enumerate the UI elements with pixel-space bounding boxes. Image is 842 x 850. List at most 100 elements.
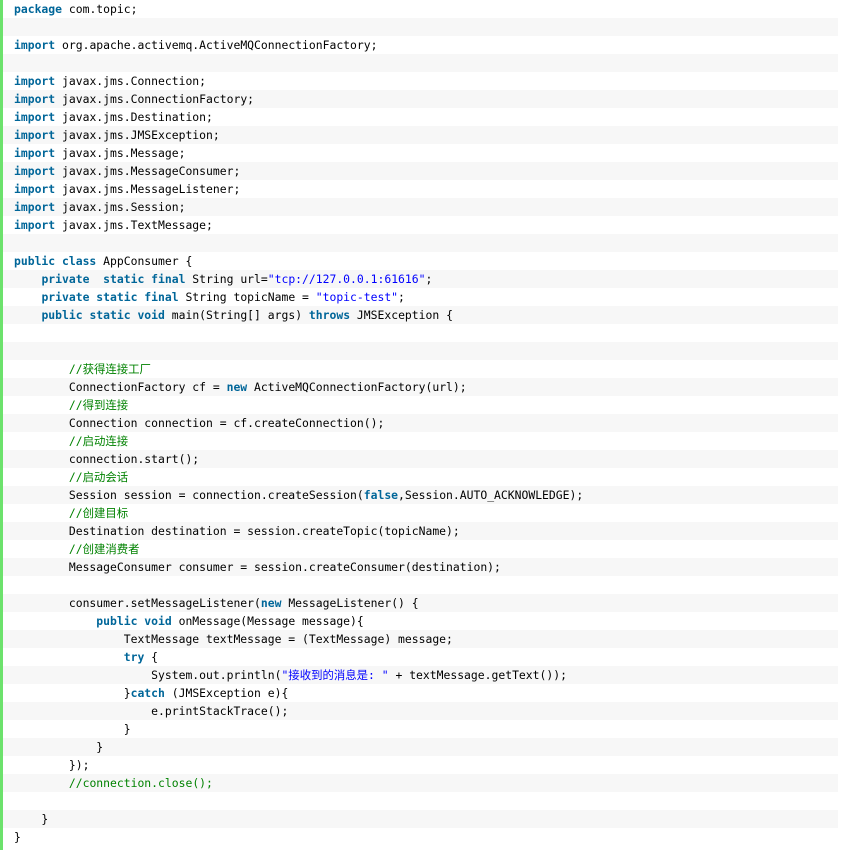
string-token: "tcp://127.0.0.1:61616" <box>267 272 426 286</box>
code-token: ConnectionFactory cf = <box>14 380 227 394</box>
code-line: package com.topic; <box>3 0 838 18</box>
code-line: //connection.close(); <box>3 774 838 792</box>
string-token: "接收到的消息是: " <box>281 668 389 682</box>
code-token: ; <box>425 272 433 286</box>
keyword-token: import <box>14 74 56 88</box>
code-line: //得到连接 <box>3 396 838 414</box>
keyword-token: private static final <box>41 272 186 286</box>
keyword-token: import <box>14 38 56 52</box>
code-line: private static final String url="tcp://1… <box>3 270 838 288</box>
code-line: import org.apache.activemq.ActiveMQConne… <box>3 36 838 54</box>
code-line: import javax.jms.MessageListener; <box>3 180 838 198</box>
code-token: ,Session.AUTO_ACKNOWLEDGE); <box>398 488 584 502</box>
code-line: private static final String topicName = … <box>3 288 838 306</box>
code-line: Connection connection = cf.createConnect… <box>3 414 838 432</box>
code-token: } <box>14 740 104 754</box>
code-token: javax.jms.ConnectionFactory; <box>55 92 255 106</box>
code-token: Session session = connection.createSessi… <box>14 488 364 502</box>
code-line: } <box>3 828 838 846</box>
code-token: }); <box>14 758 90 772</box>
comment-token: //获得连接工厂 <box>68 362 151 376</box>
code-line: //启动会话 <box>3 468 838 486</box>
code-token: { <box>144 650 159 664</box>
code-line: import javax.jms.MessageConsumer; <box>3 162 838 180</box>
code-token: MessageConsumer consumer = session.creat… <box>14 560 501 574</box>
code-token: + textMessage.getText()); <box>388 668 567 682</box>
code-line: import javax.jms.Connection; <box>3 72 838 90</box>
code-token: onMessage(Message message){ <box>171 614 364 628</box>
code-line: try { <box>3 648 838 666</box>
code-token: javax.jms.TextMessage; <box>55 218 213 232</box>
code-token: javax.jms.MessageListener; <box>55 182 241 196</box>
code-line: import javax.jms.Destination; <box>3 108 838 126</box>
code-token: e.printStackTrace(); <box>14 704 289 718</box>
comment-token: //创建目标 <box>68 506 129 520</box>
keyword-token: new <box>260 596 282 610</box>
comment-token: //connection.close(); <box>68 776 213 790</box>
keyword-token: import <box>14 200 56 214</box>
code-token: } <box>14 722 131 736</box>
code-line: import javax.jms.Message; <box>3 144 838 162</box>
keyword-token: package <box>14 2 63 16</box>
code-token: String topicName = <box>178 290 316 304</box>
code-line: System.out.println("接收到的消息是: " + textMes… <box>3 666 838 684</box>
code-token: main(String[] args) <box>164 308 309 322</box>
keyword-token: import <box>14 218 56 232</box>
code-line: Session session = connection.createSessi… <box>3 486 838 504</box>
keyword-token: import <box>14 164 56 178</box>
keyword-token: false <box>363 488 399 502</box>
keyword-token: public class <box>14 254 97 268</box>
code-line: //创建目标 <box>3 504 838 522</box>
comment-token: //得到连接 <box>68 398 129 412</box>
code-token: JMSException { <box>350 308 453 322</box>
string-token: "topic-test" <box>315 290 399 304</box>
code-token: javax.jms.MessageConsumer; <box>55 164 241 178</box>
code-line: MessageConsumer consumer = session.creat… <box>3 558 838 576</box>
code-line: connection.start(); <box>3 450 838 468</box>
code-line <box>3 54 838 72</box>
code-line: Destination destination = session.create… <box>3 522 838 540</box>
code-line: //启动连接 <box>3 432 838 450</box>
code-line: TextMessage textMessage = (TextMessage) … <box>3 630 838 648</box>
keyword-token: new <box>226 380 248 394</box>
code-line: e.printStackTrace(); <box>3 702 838 720</box>
code-line: public static void main(String[] args) t… <box>3 306 838 324</box>
code-token: TextMessage textMessage = (TextMessage) … <box>14 632 453 646</box>
code-token: } <box>14 686 131 700</box>
code-line: }catch (JMSException e){ <box>3 684 838 702</box>
code-token: Connection connection = cf.createConnect… <box>14 416 385 430</box>
code-line: import javax.jms.ConnectionFactory; <box>3 90 838 108</box>
keyword-token: import <box>14 128 56 142</box>
code-line: }); <box>3 756 838 774</box>
keyword-token: try <box>123 650 145 664</box>
keyword-token: throws <box>308 308 351 322</box>
code-line: } <box>3 738 838 756</box>
code-token: javax.jms.Session; <box>55 200 186 214</box>
code-token: System.out.println( <box>14 668 282 682</box>
code-line: //获得连接工厂 <box>3 360 838 378</box>
keyword-token: import <box>14 92 56 106</box>
code-line <box>3 234 838 252</box>
code-token: } <box>14 812 49 826</box>
code-line <box>3 342 838 360</box>
code-token: consumer.setMessageListener( <box>14 596 261 610</box>
code-line: public void onMessage(Message message){ <box>3 612 838 630</box>
keyword-token: public static void <box>41 308 165 322</box>
code-line: import javax.jms.Session; <box>3 198 838 216</box>
code-line: consumer.setMessageListener(new MessageL… <box>3 594 838 612</box>
code-line: } <box>3 810 838 828</box>
code-line: ConnectionFactory cf = new ActiveMQConne… <box>3 378 838 396</box>
